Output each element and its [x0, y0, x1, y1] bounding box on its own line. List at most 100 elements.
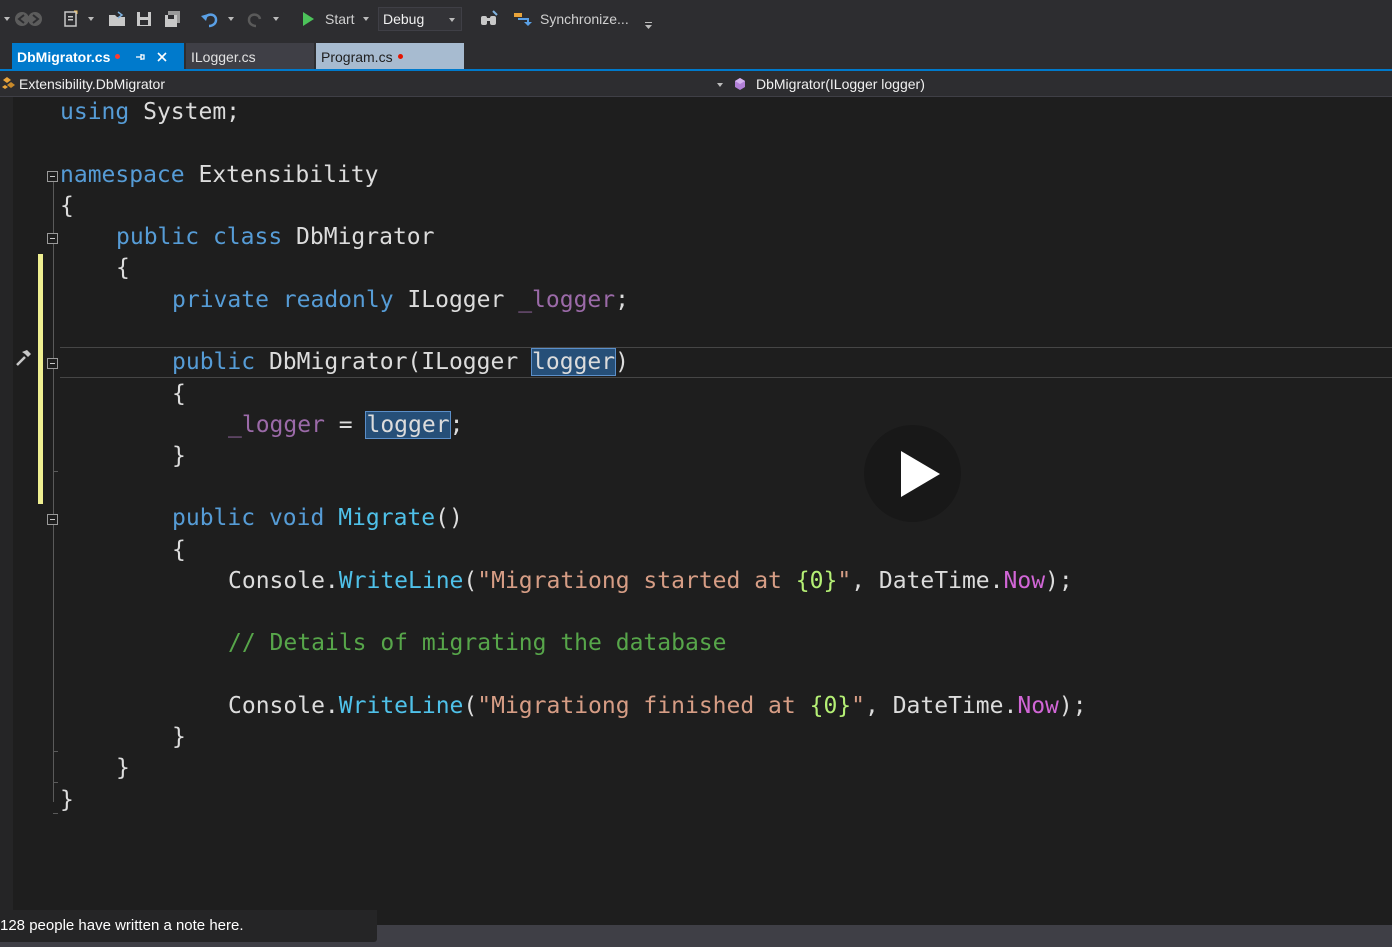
token-punct: ( — [463, 693, 478, 719]
undo-icon — [201, 13, 218, 28]
collapse-class-icon[interactable] — [47, 233, 58, 244]
binoculars-icon — [481, 10, 498, 25]
configuration-select[interactable]: Debug — [378, 7, 462, 31]
token-text: , DateTime. — [851, 568, 1004, 594]
token-method: WriteLine — [338, 693, 464, 719]
modified-indicator-icon — [397, 54, 403, 59]
code-line-14: public void Migrate() — [172, 503, 463, 534]
token-field: _logger — [228, 412, 325, 438]
token-string: "Migrationg finished at — [477, 693, 810, 719]
chevron-down-icon — [88, 17, 94, 21]
token-keyword: readonly — [268, 287, 394, 313]
close-icon[interactable] — [156, 51, 168, 63]
type-path: Extensibility.DbMigrator — [19, 76, 166, 92]
token-operator: = — [324, 412, 367, 438]
outline-namespace — [53, 182, 54, 802]
open-folder-icon — [109, 11, 125, 26]
collapse-method-icon[interactable] — [47, 514, 58, 525]
chevron-down-icon — [228, 17, 234, 21]
pin-icon[interactable] — [134, 51, 146, 63]
token-brace: { — [60, 193, 74, 219]
code-line-18: // Details of migrating the database — [228, 628, 727, 659]
member-name: DbMigrator(ILogger logger) — [756, 76, 925, 92]
token-text: System; — [129, 99, 241, 125]
save-button[interactable] — [136, 0, 152, 38]
code-line-20: Console.WriteLine("Migrationg finished a… — [228, 691, 1087, 722]
token-method: WriteLine — [338, 568, 464, 594]
token-format-item: {0} — [809, 693, 852, 719]
token-keyword: namespace — [60, 162, 185, 188]
new-project-icon — [64, 10, 78, 27]
play-icon — [303, 12, 314, 26]
save-all-button[interactable] — [164, 0, 182, 38]
token-keyword: public — [172, 505, 256, 531]
change-tracking-bar — [38, 254, 43, 504]
save-all-icon — [165, 11, 180, 27]
code-line-3: namespace Extensibility — [60, 160, 379, 191]
code-line-10: { — [172, 379, 186, 410]
new-project-button[interactable] — [62, 0, 94, 38]
token-property: Now — [1003, 568, 1046, 594]
chevron-down-icon — [273, 17, 279, 21]
token-field: _logger — [504, 287, 616, 313]
forward-button[interactable] — [27, 0, 43, 38]
token-punct: ( — [463, 568, 478, 594]
tab-ilogger[interactable]: ILogger.cs — [186, 43, 314, 70]
start-label: Start — [325, 11, 355, 27]
token-comment: // Details of migrating the database — [228, 630, 727, 656]
chevron-down-icon — [449, 18, 455, 22]
collapse-namespace-icon[interactable] — [47, 171, 58, 182]
token-punct: ; — [449, 412, 464, 438]
document-tab-strip: DbMigrator.cs ILogger.cs Program.cs — [0, 38, 1392, 70]
code-line-22: } — [116, 753, 130, 784]
configuration-value: Debug — [383, 11, 425, 27]
token-text: DbMigrator — [282, 224, 435, 250]
start-debugging-button[interactable]: Start — [301, 0, 369, 38]
token-parameter-highlight: logger — [365, 411, 451, 439]
token-text: Extensibility — [184, 162, 379, 188]
editor-left-margin — [0, 97, 13, 925]
token-brace: } — [172, 724, 186, 750]
token-keyword: void — [255, 505, 325, 531]
token-punct: ; — [615, 287, 629, 313]
chevron-down-icon — [717, 83, 723, 87]
redo-button[interactable] — [245, 0, 279, 38]
synchronize-button[interactable]: Synchronize... — [512, 0, 629, 38]
token-string: " — [837, 568, 852, 594]
code-line-1: using System; — [60, 97, 240, 128]
token-class: Console. — [228, 693, 339, 719]
type-dropdown[interactable]: Extensibility.DbMigrator — [0, 71, 728, 97]
outline-end — [53, 813, 58, 814]
token-keyword: public — [116, 224, 200, 250]
token-class: Console. — [228, 568, 339, 594]
toolbar: Start Debug Synchronize... — [0, 0, 1392, 38]
outline-end — [53, 471, 58, 472]
code-editor[interactable]: using System; namespace Extensibility { … — [0, 97, 1392, 925]
tab-dbmigrator[interactable]: DbMigrator.cs — [12, 43, 184, 70]
token-text: DbMigrator(ILogger — [255, 349, 533, 375]
collapse-constructor-icon[interactable] — [47, 358, 58, 369]
forward-icon — [28, 12, 42, 26]
undo-button[interactable] — [200, 0, 234, 38]
find-in-files-button[interactable] — [479, 0, 499, 38]
open-file-button[interactable] — [108, 0, 126, 38]
token-keyword: class — [199, 224, 283, 250]
overflow-icon — [645, 22, 652, 29]
token-keyword: private — [172, 287, 269, 313]
token-string: " — [851, 693, 866, 719]
notes-banner[interactable]: 128 people have written a note here. — [0, 910, 377, 942]
quick-actions-hammer-icon[interactable] — [14, 349, 32, 367]
video-play-button[interactable] — [864, 425, 961, 522]
tab-program[interactable]: Program.cs — [316, 43, 464, 70]
member-dropdown[interactable]: DbMigrator(ILogger logger) — [732, 71, 1392, 97]
code-line-4: { — [60, 191, 74, 222]
token-property: Now — [1017, 693, 1059, 719]
tab-label: ILogger.cs — [191, 48, 256, 65]
token-brace: { — [172, 381, 186, 407]
synchronize-label: Synchronize... — [540, 11, 629, 27]
token-parameter-highlight: logger — [531, 348, 617, 376]
token-text: , DateTime. — [865, 693, 1018, 719]
outline-end — [53, 751, 58, 752]
token-punct: ); — [1058, 693, 1087, 719]
outline-end — [53, 782, 58, 783]
